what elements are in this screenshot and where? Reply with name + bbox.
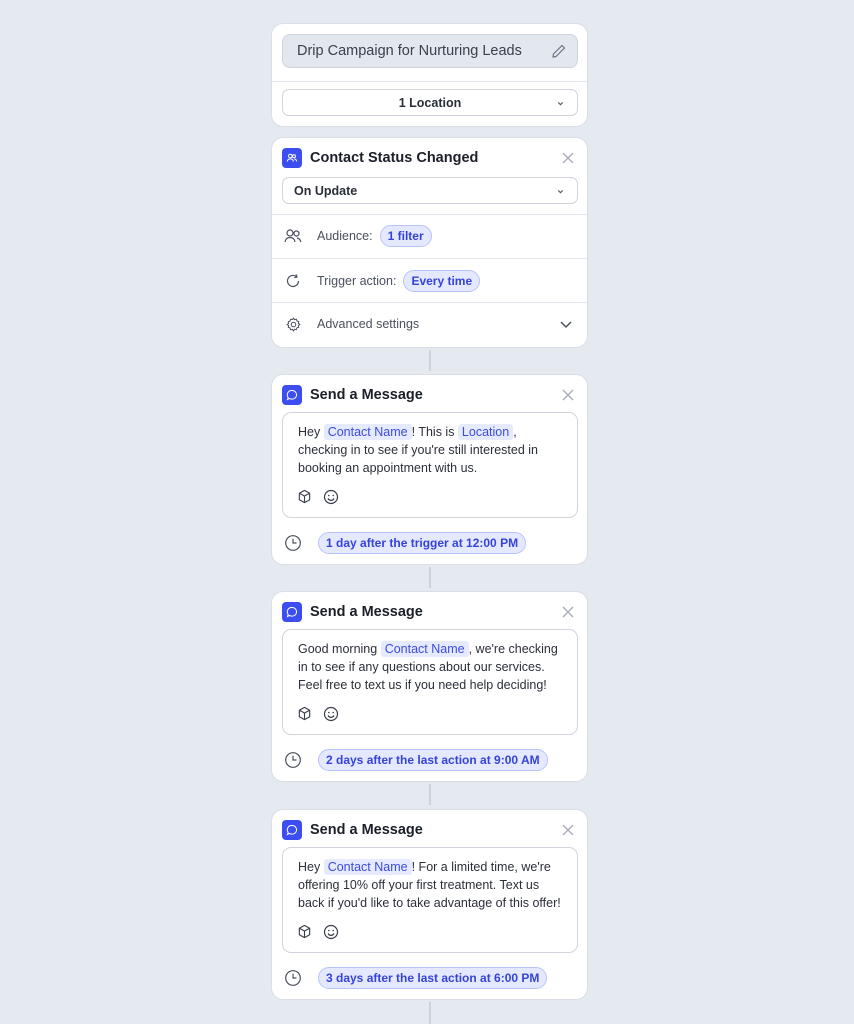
contact-name-variable[interactable]: Contact Name [380, 641, 469, 657]
connector-line [429, 1002, 431, 1024]
schedule-badge[interactable]: 1 day after the trigger at 12:00 PM [318, 532, 527, 554]
contact-name-variable[interactable]: Contact Name [323, 859, 412, 875]
schedule-badge[interactable]: 2 days after the last action at 9:00 AM [318, 749, 548, 771]
contact-name-variable[interactable]: Contact Name [323, 424, 412, 440]
campaign-name: Drip Campaign for Nurturing Leads [297, 43, 522, 59]
connector-line [429, 784, 431, 805]
message-body: Hey Contact Name! This is Location, chec… [298, 424, 539, 475]
message-input[interactable]: Hey Contact Name! For a limited time, we… [282, 847, 578, 953]
connector-line [429, 567, 431, 588]
close-icon[interactable] [561, 151, 575, 165]
message-icon [282, 602, 302, 622]
audience-label: Audience: [317, 229, 373, 243]
clock-icon [285, 752, 301, 768]
message-card: Send a Message Good morning Contact Name… [271, 591, 588, 782]
users-outline-icon [284, 227, 302, 245]
trigger-action-row[interactable]: Trigger action: Every time [284, 268, 575, 294]
trigger-card: Contact Status Changed On Update Audienc… [271, 137, 588, 348]
campaign-name-field[interactable]: Drip Campaign for Nurturing Leads [282, 34, 578, 68]
message-input[interactable]: Hey Contact Name! This is Location, chec… [282, 412, 578, 518]
message-icon [282, 820, 302, 840]
trigger-action-label: Trigger action: [317, 274, 397, 288]
clock-icon [285, 535, 301, 551]
cube-icon[interactable] [297, 706, 312, 721]
trigger-title: Contact Status Changed [310, 150, 479, 166]
users-icon [282, 148, 302, 168]
divider [272, 302, 587, 303]
location-select-value: 1 Location [398, 95, 462, 110]
divider [272, 258, 587, 259]
gear-icon [284, 315, 302, 333]
pencil-icon[interactable] [551, 43, 567, 59]
emoji-icon[interactable] [323, 924, 339, 940]
emoji-icon[interactable] [323, 489, 339, 505]
divider [272, 81, 587, 82]
advanced-settings-label: Advanced settings [317, 317, 420, 331]
message-card: Send a Message Hey Contact Name! This is… [271, 374, 588, 565]
event-select-value: On Update [294, 183, 358, 198]
message-title: Send a Message [310, 822, 423, 838]
message-icon [282, 385, 302, 405]
cube-icon[interactable] [297, 489, 312, 504]
chevron-down-icon [557, 102, 564, 106]
connector-line [429, 350, 431, 371]
schedule-row: 1 day after the trigger at 12:00 PM [284, 532, 527, 554]
location-variable[interactable]: Location [457, 424, 514, 440]
emoji-icon[interactable] [323, 706, 339, 722]
message-input[interactable]: Good morning Contact Name, we're checkin… [282, 629, 578, 735]
divider [272, 214, 587, 215]
audience-row[interactable]: Audience: 1 filter [284, 223, 575, 249]
message-card: Send a Message Hey Contact Name! For a l… [271, 809, 588, 1000]
schedule-row: 2 days after the last action at 9:00 AM [284, 749, 548, 771]
trigger-action-badge[interactable]: Every time [403, 270, 481, 292]
campaign-card: Drip Campaign for Nurturing Leads 1 Loca… [271, 23, 588, 127]
event-select[interactable]: On Update [282, 177, 578, 204]
close-icon[interactable] [561, 605, 575, 619]
advanced-settings-row[interactable]: Advanced settings [284, 312, 575, 336]
chevron-down-icon[interactable] [559, 317, 573, 331]
clock-icon [285, 970, 301, 986]
message-title: Send a Message [310, 387, 423, 403]
cube-icon[interactable] [297, 924, 312, 939]
close-icon[interactable] [561, 388, 575, 402]
location-select[interactable]: 1 Location [282, 89, 578, 116]
refresh-icon [284, 272, 302, 290]
schedule-row: 3 days after the last action at 6:00 PM [284, 967, 548, 989]
chevron-down-icon [557, 190, 564, 194]
audience-filter-badge[interactable]: 1 filter [379, 225, 432, 247]
message-body: Hey Contact Name! For a limited time, we… [298, 859, 561, 910]
close-icon[interactable] [561, 823, 575, 837]
message-title: Send a Message [310, 604, 423, 620]
message-body: Good morning Contact Name, we're checkin… [298, 641, 558, 692]
schedule-badge[interactable]: 3 days after the last action at 6:00 PM [318, 967, 548, 989]
